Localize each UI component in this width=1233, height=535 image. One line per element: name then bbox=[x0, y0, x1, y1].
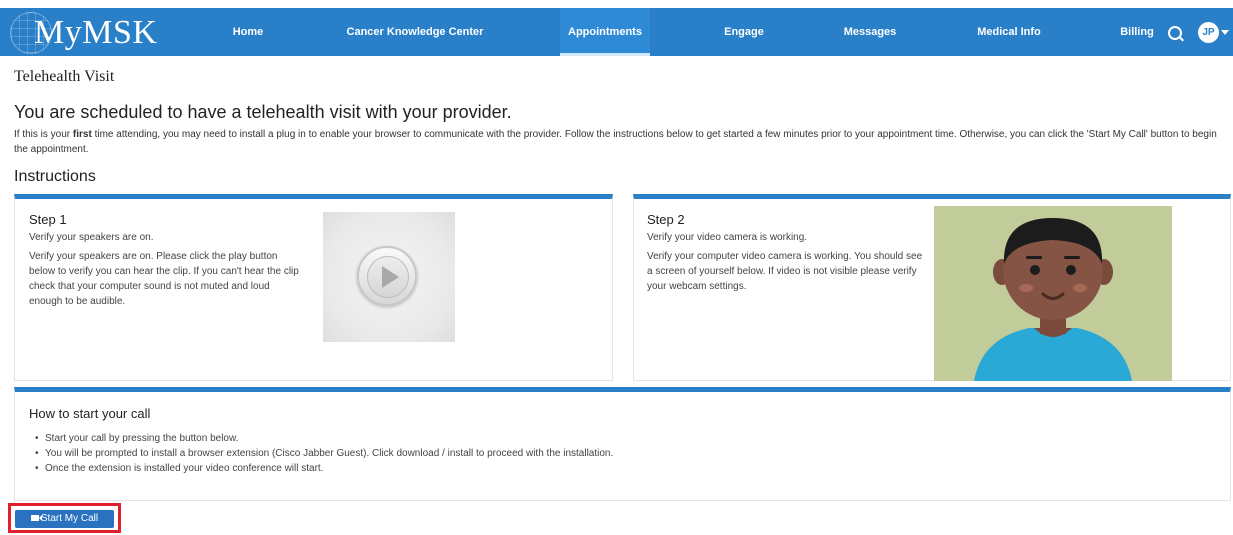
step2-subtitle: Verify your video camera is working. bbox=[647, 232, 808, 243]
nav-item-medical-info[interactable]: Medical Info bbox=[965, 8, 1053, 56]
step2-title: Step 2 bbox=[647, 212, 685, 227]
nav-item-cancer-knowledge-center[interactable]: Cancer Knowledge Center bbox=[330, 8, 500, 56]
intro-text: If this is your first time attending, yo… bbox=[14, 127, 1224, 157]
start-my-call-label: Start My Call bbox=[40, 513, 99, 524]
list-item: You will be prompted to install a browse… bbox=[29, 446, 1209, 461]
how-to-list: Start your call by pressing the button b… bbox=[29, 431, 1209, 476]
webcam-preview bbox=[934, 206, 1172, 381]
nav-item-messages[interactable]: Messages bbox=[835, 8, 905, 56]
play-icon bbox=[382, 266, 399, 288]
video-camera-icon bbox=[30, 515, 42, 521]
play-button[interactable] bbox=[357, 246, 417, 306]
step2-body: Verify your computer video camera is wor… bbox=[647, 251, 923, 292]
search-icon[interactable] bbox=[1168, 26, 1182, 40]
how-to-title: How to start your call bbox=[29, 406, 151, 421]
list-item: Once the extension is installed your vid… bbox=[29, 461, 1209, 476]
start-my-call-button[interactable]: Start My Call bbox=[15, 510, 114, 528]
logo-text: MyMSK bbox=[34, 14, 158, 51]
intro-text-bold: first bbox=[72, 129, 92, 140]
page-title: Telehealth Visit bbox=[14, 68, 115, 85]
person-avatar-icon bbox=[974, 218, 1132, 381]
nav-item-home[interactable]: Home bbox=[222, 8, 274, 56]
step1-body: Verify your speakers are on. Please clic… bbox=[29, 251, 299, 307]
nav-item-engage[interactable]: Engage bbox=[713, 8, 775, 56]
mymsk-logo[interactable]: MyMSK bbox=[6, 8, 176, 56]
intro-text-part2: time attending, you may need to install … bbox=[14, 129, 1217, 155]
chevron-down-icon[interactable] bbox=[1221, 30, 1229, 35]
intro-text-part1: If this is your bbox=[14, 129, 73, 140]
user-avatar[interactable]: JP bbox=[1198, 22, 1219, 43]
nav-item-billing[interactable]: Billing bbox=[1113, 8, 1161, 56]
step1-title: Step 1 bbox=[29, 212, 67, 227]
page-heading: You are scheduled to have a telehealth v… bbox=[14, 102, 512, 122]
nav-item-appointments[interactable]: Appointments bbox=[560, 8, 650, 56]
list-item: Start your call by pressing the button b… bbox=[29, 431, 1209, 446]
top-nav-bar: MyMSK Home Cancer Knowledge Center Appoi… bbox=[0, 8, 1233, 56]
instructions-heading: Instructions bbox=[14, 168, 96, 185]
audio-clip-player[interactable] bbox=[323, 212, 455, 342]
step1-subtitle: Verify your speakers are on. bbox=[29, 232, 154, 243]
